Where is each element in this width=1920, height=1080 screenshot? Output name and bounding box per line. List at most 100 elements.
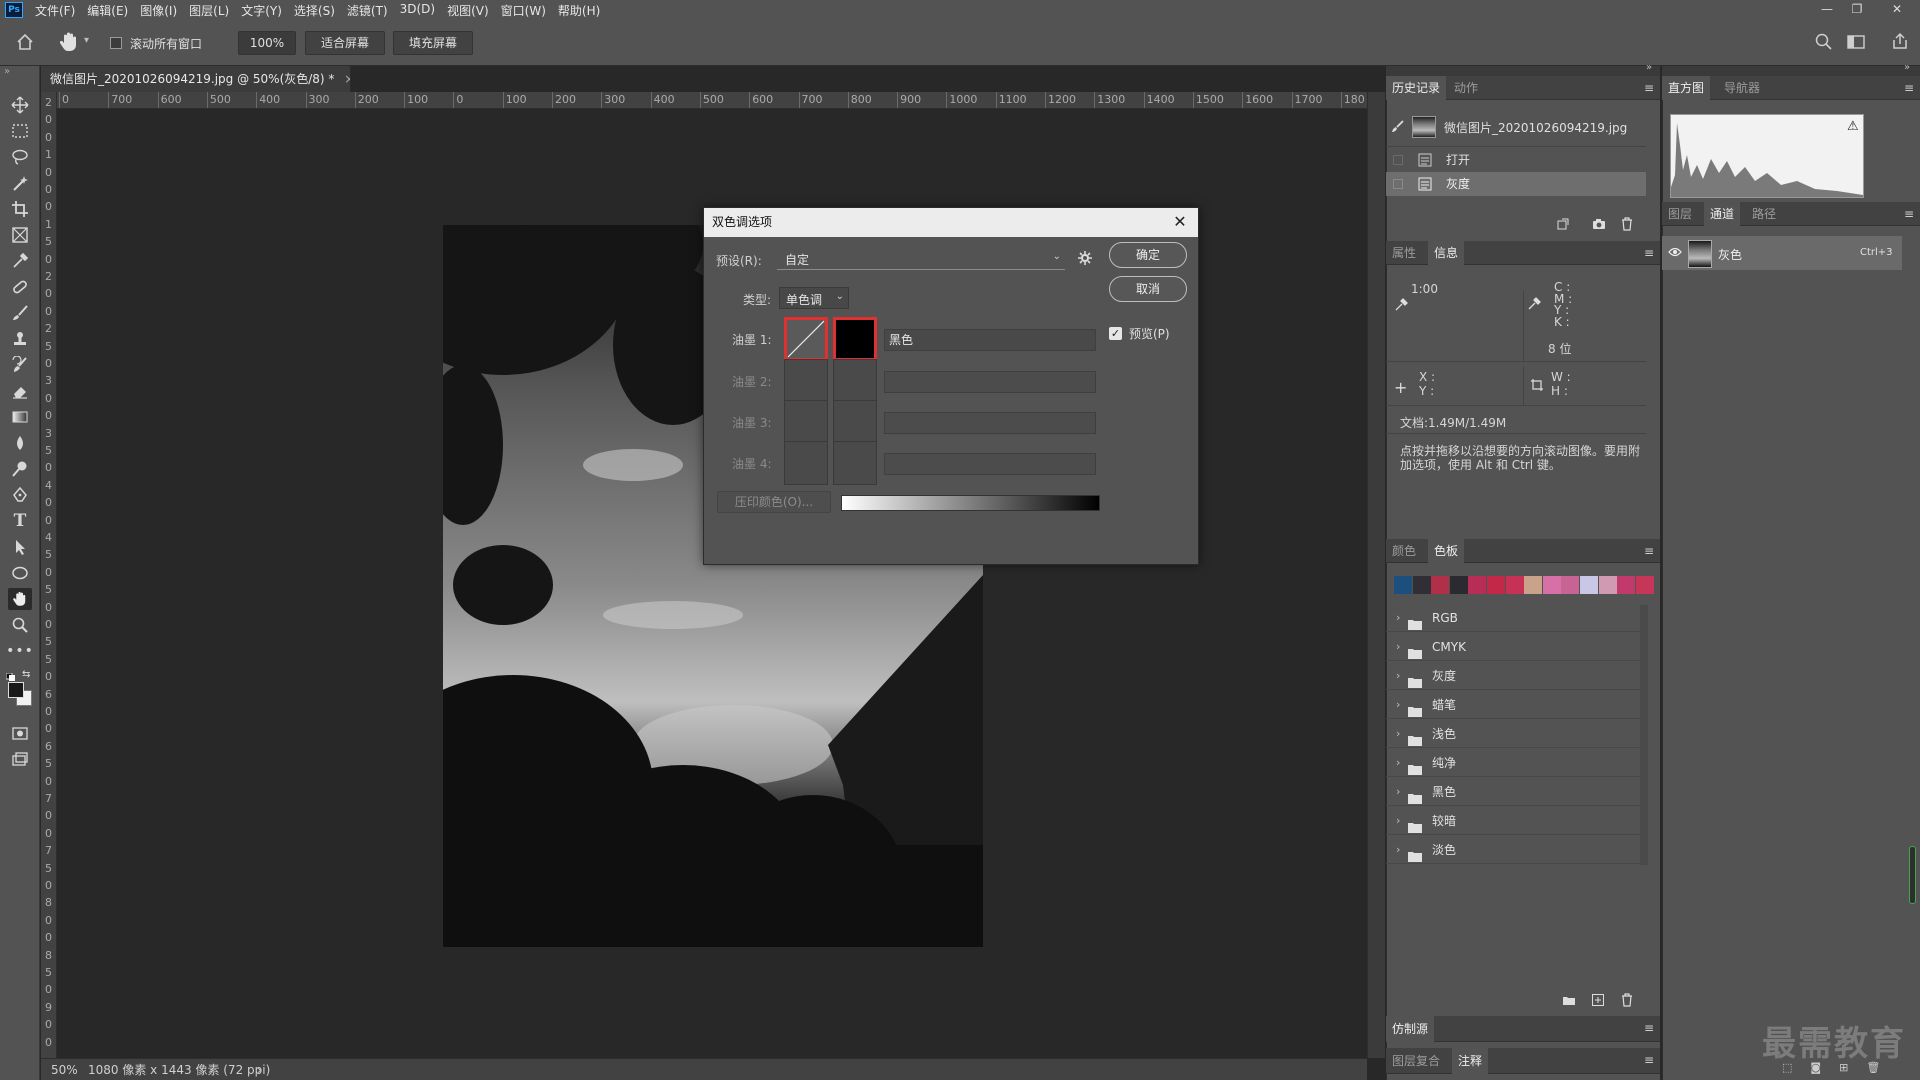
document-tab-close-icon[interactable]: × bbox=[344, 72, 350, 86]
color-swatch[interactable] bbox=[1468, 576, 1487, 594]
move-tool-icon[interactable] bbox=[8, 94, 32, 116]
snapshot-camera-icon[interactable] bbox=[1592, 217, 1606, 234]
path-selection-tool-icon[interactable] bbox=[8, 536, 32, 558]
canvas-scrollbar[interactable] bbox=[1367, 92, 1385, 1058]
restore-icon[interactable]: ❐ bbox=[1842, 0, 1872, 20]
preview-checkbox[interactable]: ✓ bbox=[1109, 327, 1122, 340]
history-delete-icon[interactable] bbox=[1620, 217, 1634, 234]
color-swatch[interactable] bbox=[1617, 576, 1636, 594]
tab-layer-comps[interactable]: 图层复合 bbox=[1386, 1048, 1446, 1074]
menu-item-10[interactable]: 帮助(H) bbox=[552, 2, 606, 19]
status-menu-arrow-icon[interactable]: › bbox=[257, 1059, 262, 1080]
screen-mode-icon[interactable] bbox=[8, 748, 32, 770]
swatch-folder[interactable]: › 灰度 bbox=[1386, 662, 1642, 690]
tab-channels[interactable]: 通道 bbox=[1704, 202, 1741, 226]
tab-histogram[interactable]: 直方图 bbox=[1662, 76, 1711, 100]
folder-chevron-right-icon[interactable]: › bbox=[1396, 604, 1400, 632]
folder-chevron-right-icon[interactable]: › bbox=[1396, 749, 1400, 777]
collapse-arrows-icon[interactable]: » bbox=[4, 66, 10, 77]
info-panel-menu-icon[interactable]: ≡ bbox=[1644, 246, 1654, 260]
swatch-folder[interactable]: › CMYK bbox=[1386, 633, 1642, 661]
panel-collapse-icon[interactable]: » bbox=[1646, 62, 1652, 73]
healing-brush-tool-icon[interactable] bbox=[8, 276, 32, 298]
color-swatch[interactable] bbox=[1449, 576, 1468, 594]
swatches-scrollbar[interactable] bbox=[1640, 605, 1648, 865]
menu-item-1[interactable]: 编辑(E) bbox=[81, 2, 134, 19]
comps-menu-icon[interactable]: ≡ bbox=[1644, 1053, 1654, 1067]
clone-stamp-tool-icon[interactable] bbox=[8, 328, 32, 350]
fit-screen-button[interactable]: 适合屏幕 bbox=[305, 31, 385, 55]
histogram-panel-menu-icon[interactable]: ≡ bbox=[1904, 81, 1914, 95]
close-icon[interactable]: ✕ bbox=[1882, 0, 1912, 20]
tab-color[interactable]: 颜色 bbox=[1386, 539, 1422, 563]
color-swatch[interactable] bbox=[1431, 576, 1450, 594]
swap-colors-icon[interactable]: ⇆ bbox=[22, 669, 30, 680]
tab-clone-source[interactable]: 仿制源 bbox=[1386, 1016, 1435, 1042]
color-swatch[interactable] bbox=[1598, 576, 1617, 594]
history-item-open-checkbox[interactable] bbox=[1393, 155, 1403, 165]
folder-chevron-right-icon[interactable]: › bbox=[1396, 836, 1400, 864]
new-swatch-group-icon[interactable] bbox=[1562, 993, 1576, 1010]
new-document-from-state-icon[interactable] bbox=[1556, 217, 1570, 234]
zoom-value-field[interactable]: 100% bbox=[238, 31, 296, 55]
zoom-tool-icon[interactable] bbox=[8, 614, 32, 636]
history-brush-tool-icon[interactable] bbox=[8, 354, 32, 376]
more-tools-icon[interactable]: ••• bbox=[6, 640, 33, 662]
folder-chevron-right-icon[interactable]: › bbox=[1396, 807, 1400, 835]
eyedropper-tool-icon[interactable] bbox=[8, 250, 32, 272]
eraser-tool-icon[interactable] bbox=[8, 380, 32, 402]
folder-chevron-right-icon[interactable]: › bbox=[1396, 633, 1400, 661]
menu-item-8[interactable]: 视图(V) bbox=[441, 2, 495, 19]
color-swatch[interactable] bbox=[1561, 576, 1580, 594]
hand-tool-active-icon[interactable] bbox=[8, 588, 32, 610]
tab-paths[interactable]: 路径 bbox=[1746, 202, 1782, 226]
swatch-folder[interactable]: › 较暗 bbox=[1386, 807, 1642, 835]
menu-item-6[interactable]: 滤镜(T) bbox=[341, 2, 394, 19]
tab-actions[interactable]: 动作 bbox=[1448, 76, 1484, 100]
brush-tool-icon[interactable] bbox=[8, 302, 32, 324]
color-swatch[interactable] bbox=[1524, 576, 1543, 594]
swatch-folder[interactable]: › 黑色 bbox=[1386, 778, 1642, 806]
hand-tool-icon[interactable] bbox=[58, 30, 80, 54]
ink1-color-box[interactable] bbox=[833, 317, 877, 361]
menu-item-7[interactable]: 3D(D) bbox=[394, 2, 441, 19]
type-tool-icon[interactable]: T bbox=[8, 510, 32, 532]
tab-info[interactable]: 信息 bbox=[1428, 241, 1465, 265]
folder-chevron-right-icon[interactable]: › bbox=[1396, 662, 1400, 690]
history-item-gray[interactable]: 灰度 bbox=[1446, 173, 1470, 195]
menu-item-2[interactable]: 图像(I) bbox=[134, 2, 183, 19]
history-item-gray-checkbox[interactable] bbox=[1393, 179, 1403, 189]
folder-chevron-right-icon[interactable]: › bbox=[1396, 691, 1400, 719]
fill-screen-button[interactable]: 填充屏幕 bbox=[393, 31, 473, 55]
dialog-close-icon[interactable]: ✕ bbox=[1170, 212, 1190, 232]
dodge-tool-icon[interactable] bbox=[8, 458, 32, 480]
minimize-icon[interactable]: — bbox=[1812, 0, 1842, 20]
color-swatch[interactable] bbox=[1487, 576, 1505, 594]
history-item-open[interactable]: 打开 bbox=[1446, 149, 1470, 171]
history-panel-menu-icon[interactable]: ≡ bbox=[1644, 81, 1654, 95]
side-scroll-indicator[interactable] bbox=[1909, 846, 1916, 904]
swatch-delete-icon[interactable] bbox=[1620, 993, 1634, 1010]
swatch-folder[interactable]: › RGB bbox=[1386, 604, 1642, 632]
menu-item-5[interactable]: 选择(S) bbox=[288, 2, 341, 19]
frame-tool-icon[interactable] bbox=[8, 224, 32, 246]
marquee-tool-icon[interactable] bbox=[8, 120, 32, 142]
menu-item-3[interactable]: 图层(L) bbox=[183, 2, 235, 19]
pen-tool-icon[interactable] bbox=[8, 484, 32, 506]
color-swatch[interactable] bbox=[1505, 576, 1524, 594]
menu-item-4[interactable]: 文字(Y) bbox=[235, 2, 288, 19]
workspace-icon[interactable] bbox=[1846, 32, 1866, 55]
ellipse-tool-icon[interactable] bbox=[8, 562, 32, 584]
ink1-curve-box[interactable] bbox=[784, 317, 828, 361]
foreground-color-swatch-top[interactable] bbox=[8, 682, 24, 698]
ink1-name-field[interactable]: 黑色 bbox=[884, 329, 1096, 351]
cancel-button[interactable]: 取消 bbox=[1109, 276, 1187, 302]
home-icon[interactable] bbox=[14, 31, 36, 53]
new-swatch-icon[interactable] bbox=[1591, 993, 1605, 1010]
tab-history[interactable]: 历史记录 bbox=[1386, 76, 1447, 100]
channels-panel-menu-icon[interactable]: ≡ bbox=[1904, 207, 1914, 221]
preset-select[interactable]: 自定 ⌄ bbox=[777, 248, 1065, 270]
preset-settings-icon[interactable] bbox=[1077, 250, 1093, 269]
type-select[interactable]: 单色调 ⌄ bbox=[779, 287, 849, 309]
color-swatch[interactable] bbox=[1580, 576, 1598, 594]
